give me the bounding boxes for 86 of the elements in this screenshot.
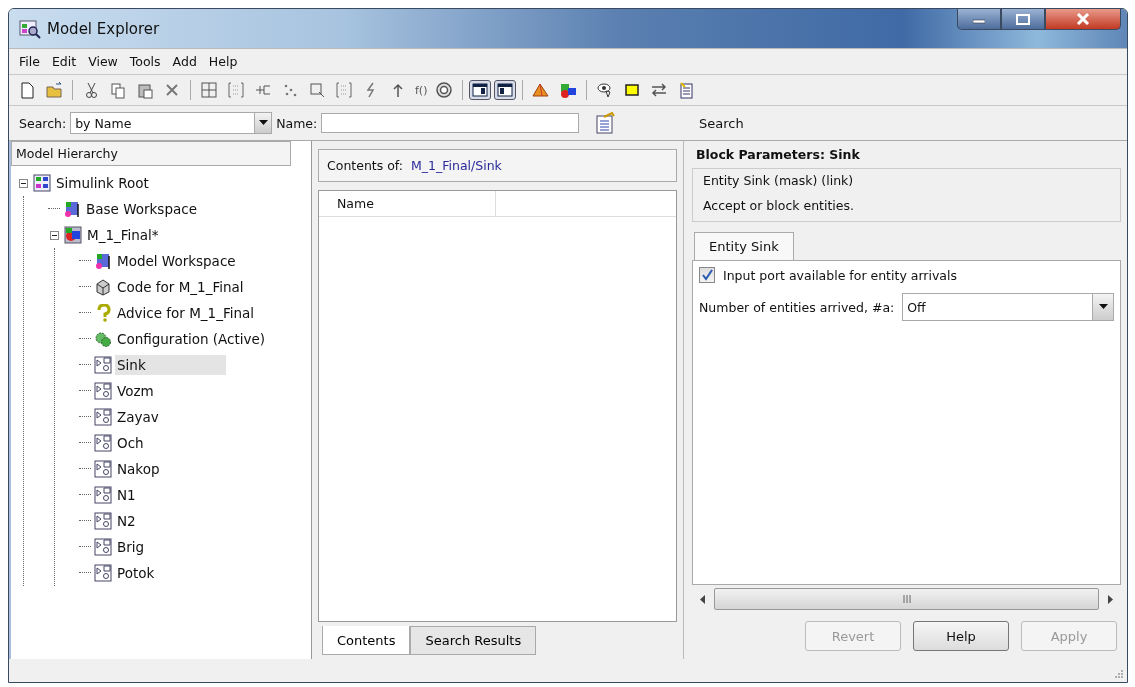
clipboard-list-icon[interactable] — [595, 112, 616, 134]
description-text: Accept or block entities. — [703, 198, 855, 213]
scroll-left-icon[interactable] — [700, 594, 706, 604]
paste-icon[interactable] — [136, 81, 154, 99]
name-label: Name: — [276, 115, 318, 131]
checkbox[interactable] — [699, 267, 715, 283]
block-type-label: Entity Sink (mask) (link) — [703, 173, 855, 188]
grid-icon[interactable] — [200, 81, 218, 99]
maximize-icon — [1016, 13, 1030, 25]
tree-item[interactable]: Code for M_1_Final — [115, 277, 246, 297]
tree-item[interactable]: Configuration (Active) — [115, 329, 268, 349]
document-icon[interactable] — [677, 81, 696, 99]
block-icon — [94, 460, 112, 478]
maximize-button[interactable] — [1001, 9, 1045, 30]
frame-icon[interactable] — [308, 81, 326, 99]
block-icon — [94, 564, 112, 582]
panel-title: Block Parameters: Sink — [695, 147, 861, 164]
new-file-icon[interactable] — [18, 81, 36, 99]
tree-item[interactable]: Advice for M_1_Final — [115, 303, 257, 323]
block-icon — [94, 356, 112, 374]
search-label: Search: — [19, 115, 67, 131]
entities-dropdown[interactable]: Off — [902, 293, 1114, 321]
tree-item[interactable]: N2 — [115, 511, 138, 531]
block-icon — [94, 512, 112, 530]
menu-item[interactable]: Help — [202, 52, 244, 71]
column-header: Name — [319, 191, 496, 216]
collapse-icon[interactable] — [50, 230, 59, 240]
name-field[interactable] — [321, 113, 580, 133]
magnifier-icon — [19, 18, 41, 39]
block-icon — [94, 434, 112, 452]
peak-icon[interactable] — [532, 81, 551, 99]
view-toggle-button[interactable] — [469, 80, 492, 100]
open-folder-icon[interactable] — [45, 81, 63, 99]
tree-item[interactable]: Potok — [115, 563, 157, 583]
resize-grip-icon — [1114, 669, 1124, 679]
tree-item[interactable]: Nakop — [115, 459, 162, 479]
menu-item[interactable]: File — [13, 52, 46, 71]
path-link[interactable]: M_1_Final/Sink — [411, 158, 502, 173]
collapse-icon[interactable] — [19, 178, 28, 188]
contents-label: Contents of: — [327, 158, 403, 173]
dropdown-arrow-icon — [1098, 304, 1108, 310]
panel-layout-icon — [472, 83, 489, 97]
block-icon — [94, 538, 112, 556]
view-toggle-button[interactable] — [494, 80, 517, 100]
dropdown-arrow-icon — [258, 120, 268, 126]
menu-item[interactable]: Edit — [45, 52, 83, 71]
tab[interactable]: Contents — [322, 626, 411, 655]
tree-item[interactable]: M_1_Final* — [85, 225, 161, 245]
checkmark-icon — [701, 269, 713, 281]
window-title: Model Explorer — [47, 19, 160, 38]
close-button[interactable] — [1045, 9, 1121, 30]
grip-icon — [901, 595, 912, 603]
minimize-button[interactable] — [957, 9, 1001, 30]
copy-icon[interactable] — [109, 81, 127, 99]
blocks-icon[interactable] — [559, 81, 578, 99]
search-mode-dropdown[interactable]: by Name — [70, 112, 273, 134]
swap-arrows-icon[interactable] — [650, 81, 669, 99]
tree-item[interactable]: Base Workspace — [84, 199, 199, 219]
search-panel-label: Search — [698, 115, 744, 131]
dropdown-label: Number of entities arrived, #a: — [699, 299, 895, 315]
menu-item[interactable]: Add — [166, 52, 203, 71]
block-icon — [94, 486, 112, 504]
block-icon — [94, 382, 112, 400]
tree-item[interactable]: Zayav — [115, 407, 161, 427]
close-icon — [1076, 13, 1090, 25]
tree-item[interactable]: Sink — [115, 355, 226, 375]
square-icon[interactable] — [623, 81, 642, 99]
tab[interactable]: Entity Sink — [694, 232, 794, 260]
dialog-button[interactable]: Help — [913, 621, 1009, 651]
function-button[interactable]: f() — [413, 83, 430, 97]
tree-item[interactable]: Vozm — [115, 381, 156, 401]
tree-item[interactable]: Och — [115, 433, 146, 453]
target-icon[interactable] — [435, 81, 454, 99]
menu-item[interactable]: View — [82, 52, 124, 71]
scroll-thumb[interactable] — [714, 588, 1099, 610]
tree-item[interactable]: Model Workspace — [115, 251, 238, 271]
tab[interactable]: Search Results — [410, 626, 537, 655]
panel-layout-icon — [497, 83, 514, 97]
tree-item[interactable]: Brig — [115, 537, 147, 557]
column-header: Model Hierarchy — [11, 141, 291, 166]
checkbox-label: Input port available for entity arrivals — [723, 267, 957, 283]
menu-item[interactable]: Tools — [123, 52, 167, 71]
block-icon — [94, 408, 112, 426]
tree-item[interactable]: Simulink Root — [54, 173, 151, 193]
tree-item[interactable]: N1 — [115, 485, 138, 505]
scroll-right-icon[interactable] — [1107, 594, 1113, 604]
